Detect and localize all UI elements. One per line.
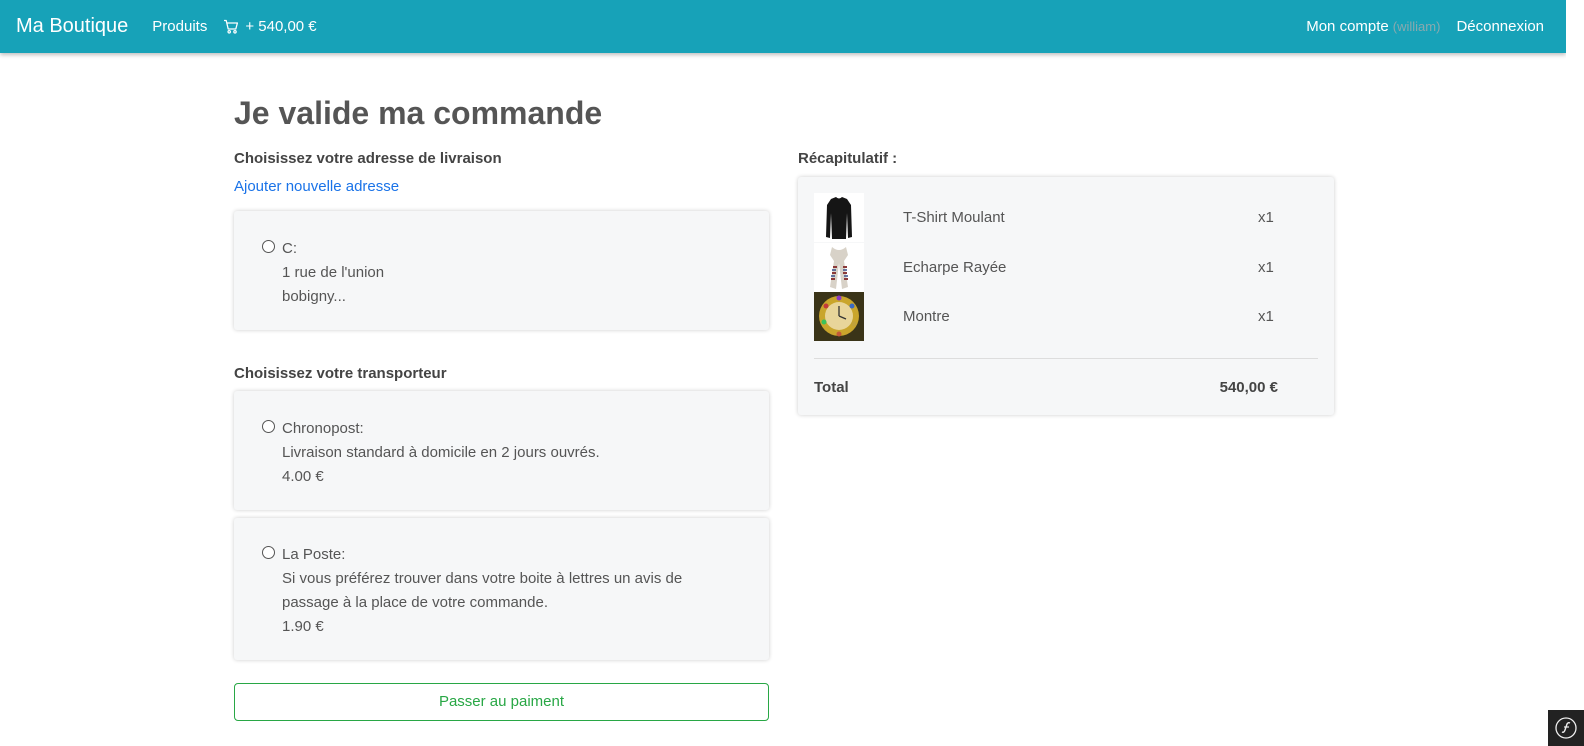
carrier-price: 1.90 € (282, 618, 324, 635)
carrier-name: La Poste: (282, 546, 346, 563)
carrier-radio-laposte[interactable] (262, 546, 275, 559)
add-address-link[interactable]: Ajouter nouvelle adresse (234, 178, 399, 195)
scarf-image (814, 242, 864, 292)
address-line1: 1 rue de l'union (282, 264, 385, 281)
top-navbar: Ma Boutique Produits + 540,00 € Mon comp… (0, 0, 1566, 53)
carrier-section-title: Choisissez votre transporteur (234, 365, 447, 382)
carrier-price: 4.00 € (282, 468, 324, 485)
main-content: Je valide ma commande Choisissez votre a… (234, 95, 1334, 721)
item-qty: x1 (1258, 258, 1274, 276)
carrier-name: Chronopost: (282, 420, 364, 437)
proceed-payment-button[interactable]: Passer au paiment (234, 683, 769, 721)
item-name: T-Shirt Moulant (903, 209, 1005, 227)
total-label: Total (814, 378, 849, 396)
summary-item: Echarpe Rayée x1 (814, 242, 1318, 293)
nav-username: (william) (1392, 19, 1441, 34)
order-form: Choisissez votre adresse de livraison Aj… (234, 150, 769, 721)
item-qty: x1 (1258, 209, 1274, 227)
carrier-option-chronopost[interactable]: Chronopost: Livraison standard à domicil… (234, 391, 769, 510)
symfony-logo-icon (1555, 717, 1577, 739)
symfony-icon[interactable] (1548, 710, 1584, 746)
address-name: C: (282, 240, 297, 257)
scrollbar[interactable] (1566, 0, 1584, 746)
summary-item: Montre x1 (814, 292, 1318, 342)
address-radio[interactable] (262, 240, 275, 253)
carrier-description: Livraison standard à domicile en 2 jours… (282, 444, 600, 461)
page-title: Je valide ma commande (234, 95, 603, 131)
address-option-card[interactable]: C: 1 rue de l'union bobigny... (234, 211, 769, 330)
total-value: 540,00 € (1219, 378, 1278, 396)
carrier-option-laposte[interactable]: La Poste: Si vous préférez trouver dans … (234, 518, 769, 660)
tshirt-image (814, 193, 864, 243)
carrier-radio-chronopost[interactable] (262, 420, 275, 433)
order-summary: Récapitulatif : T-Shirt Moulant x1 Echar… (798, 150, 1334, 415)
summary-item: T-Shirt Moulant x1 (814, 193, 1318, 243)
nav-account-link[interactable]: Mon compte (1306, 18, 1389, 35)
cart-total: + 540,00 € (245, 18, 317, 35)
nav-right: Mon compte (william) Déconnexion (1306, 18, 1550, 35)
cart-icon (224, 19, 239, 34)
summary-card: T-Shirt Moulant x1 Echarpe Rayée x1 Mont… (798, 177, 1334, 415)
watch-image (814, 292, 864, 342)
item-qty: x1 (1258, 308, 1274, 326)
nav-logout-link[interactable]: Déconnexion (1456, 18, 1544, 35)
brand-logo[interactable]: Ma Boutique (16, 15, 128, 38)
carrier-description: Si vous préférez trouver dans votre boit… (282, 570, 683, 611)
summary-total-row: Total 540,00 € (814, 359, 1318, 396)
address-section-title: Choisissez votre adresse de livraison (234, 150, 502, 167)
summary-title: Récapitulatif : (798, 150, 898, 167)
cart-link[interactable]: + 540,00 € (223, 18, 317, 35)
nav-products-link[interactable]: Produits (152, 18, 207, 35)
address-line2: bobigny... (282, 288, 346, 305)
item-name: Echarpe Rayée (903, 258, 1007, 276)
item-name: Montre (903, 308, 950, 326)
